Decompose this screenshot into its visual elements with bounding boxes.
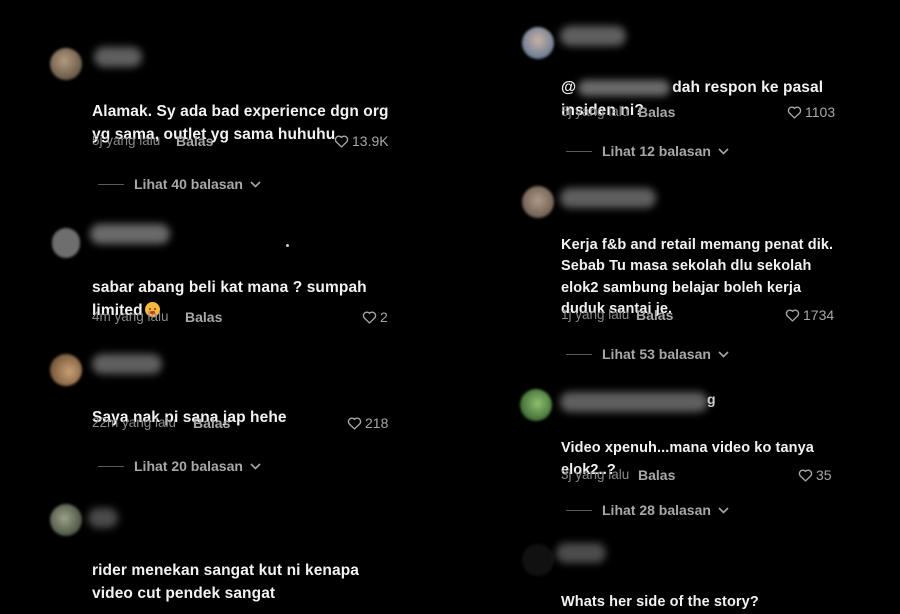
avatar[interactable] (52, 228, 80, 258)
like-button[interactable]: 2 (362, 308, 388, 326)
avatar[interactable] (522, 186, 554, 218)
comment-timestamp: 22m yang lalu (92, 415, 177, 430)
username-blurred[interactable] (94, 47, 142, 67)
reply-button[interactable]: Balas (636, 306, 673, 324)
divider-line (98, 465, 124, 467)
reply-button[interactable]: Balas (176, 132, 213, 150)
like-count: 2 (380, 309, 388, 325)
username-blurred[interactable] (556, 543, 606, 563)
view-replies-label: Lihat 20 balasan (134, 458, 243, 474)
mention-blurred[interactable] (578, 79, 671, 96)
avatar[interactable] (522, 544, 554, 576)
view-replies-label: Lihat 40 balasan (134, 176, 243, 192)
chevron-down-icon (718, 147, 729, 155)
avatar[interactable] (50, 504, 82, 536)
comment-timestamp: 1j yang lalu (561, 307, 630, 322)
reply-button[interactable]: Balas (185, 308, 222, 326)
divider-line (566, 150, 592, 152)
view-replies-label: Lihat 12 balasan (602, 143, 711, 159)
chevron-down-icon (250, 180, 261, 188)
username-blurred[interactable] (560, 392, 708, 412)
username-blurred[interactable] (90, 224, 170, 244)
decorative-dot (286, 244, 289, 247)
comment-timestamp: 3j yang lalu (561, 467, 630, 482)
avatar[interactable] (50, 354, 82, 386)
like-button[interactable]: 35 (798, 466, 832, 484)
like-count: 1103 (805, 104, 836, 120)
like-count: 13.9K (352, 133, 389, 149)
comment-text: Whats her side of the story? (561, 594, 759, 610)
username-blurred[interactable] (92, 354, 162, 374)
view-replies-label: Lihat 53 balasan (602, 346, 711, 362)
chevron-down-icon (718, 506, 729, 514)
like-button[interactable]: 13.9K (334, 132, 389, 150)
divider-line (566, 509, 592, 511)
heart-outline-icon (787, 106, 802, 119)
comment-timestamp: 5j yang lalu (561, 104, 630, 119)
comment-text: Kerja f&b and retail memang penat dik. Se… (561, 236, 834, 318)
view-replies-button[interactable]: Lihat 53 balasan (566, 344, 729, 364)
heart-outline-icon (334, 135, 349, 148)
avatar[interactable] (50, 48, 82, 80)
avatar[interactable] (520, 389, 552, 421)
heart-outline-icon (362, 311, 377, 324)
reply-button[interactable]: Balas (638, 466, 675, 484)
username-blurred[interactable] (88, 508, 118, 528)
divider-line (566, 353, 592, 355)
view-replies-label: Lihat 28 balasan (602, 502, 711, 518)
chevron-down-icon (718, 350, 729, 358)
heart-outline-icon (785, 309, 800, 322)
username-tail: g (707, 391, 716, 407)
view-replies-button[interactable]: Lihat 12 balasan (566, 141, 729, 161)
view-replies-button[interactable]: Lihat 28 balasan (566, 500, 729, 520)
reply-button[interactable]: Balas (193, 414, 230, 432)
like-count: 218 (365, 415, 389, 431)
like-count: 1734 (803, 307, 835, 323)
view-replies-button[interactable]: Lihat 40 balasan (98, 174, 261, 194)
like-button[interactable]: 1734 (785, 306, 834, 324)
comment-text: rider menekan sangat kut ni kenapa video … (92, 562, 359, 602)
reply-button[interactable]: Balas (638, 103, 675, 121)
comment-timestamp: 4m yang lalu (92, 309, 169, 324)
chevron-down-icon (250, 462, 261, 470)
comment-timestamp: 5j yang lalu (92, 133, 161, 148)
like-button[interactable]: 218 (347, 414, 388, 432)
like-count: 35 (816, 467, 832, 483)
avatar[interactable] (522, 27, 554, 59)
divider-line (98, 183, 124, 185)
view-replies-button[interactable]: Lihat 20 balasan (98, 456, 261, 476)
like-button[interactable]: 1103 (787, 103, 835, 121)
username-blurred[interactable] (560, 26, 626, 46)
heart-outline-icon (347, 417, 362, 430)
heart-outline-icon (798, 469, 813, 482)
username-blurred[interactable] (560, 188, 656, 208)
